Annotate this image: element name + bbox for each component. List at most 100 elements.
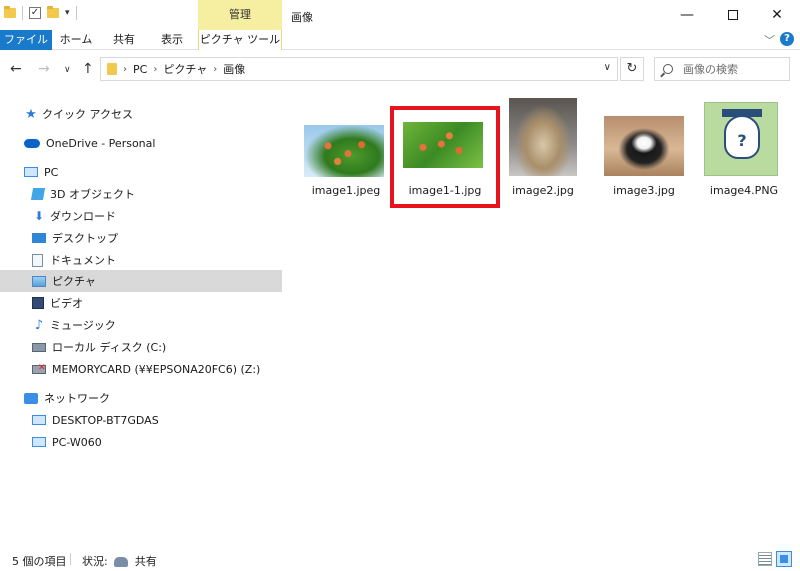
recent-locations-icon[interactable]: ∨ <box>64 65 71 75</box>
divider <box>75 6 77 20</box>
network-icon <box>24 392 38 404</box>
cloud-icon <box>24 138 40 148</box>
tab-home[interactable]: ホーム <box>54 30 98 50</box>
document-icon <box>32 253 43 267</box>
image-thumbnail <box>304 125 384 177</box>
folder-icon[interactable] <box>4 6 16 18</box>
sidebar-item-label: ドキュメント <box>50 254 116 267</box>
quick-access-toolbar: ✓ ▾ <box>4 6 77 20</box>
tab-manage[interactable]: 管理 <box>198 0 282 30</box>
tab-view[interactable]: 表示 <box>152 30 192 50</box>
breadcrumb-separator: › <box>123 63 127 75</box>
sidebar-item-onedrive[interactable]: OneDrive - Personal <box>0 132 282 154</box>
navigation-pane: ★ クイック アクセス OneDrive - Personal PC 3D オブ… <box>0 92 282 540</box>
sidebar-item-label: MEMORYCARD (¥¥EPSONA20FC6) (Z:) <box>52 362 261 376</box>
share-status-label: 状況: <box>82 555 108 568</box>
new-folder-icon[interactable] <box>47 6 59 18</box>
forward-arrow-icon[interactable]: → <box>38 61 50 77</box>
sidebar-item-network[interactable]: ネットワーク <box>0 387 282 409</box>
download-icon: ⬇ <box>33 209 45 223</box>
sidebar-item-documents[interactable]: ドキュメント <box>0 249 282 271</box>
up-arrow-icon[interactable]: ↑ <box>82 61 94 77</box>
minimize-button[interactable]: — <box>664 0 710 30</box>
large-icons-view-icon[interactable] <box>776 551 792 567</box>
maximize-icon <box>728 10 738 20</box>
sidebar-item-3d-objects[interactable]: 3D オブジェクト <box>0 183 282 205</box>
share-status: 状況: 共有 <box>82 553 157 569</box>
sidebar-item-videos[interactable]: ビデオ <box>0 292 282 314</box>
network-computer-icon <box>32 415 46 425</box>
sidebar-item-label: PC-W060 <box>52 435 102 449</box>
sidebar-item-quick-access[interactable]: ★ クイック アクセス <box>0 103 282 125</box>
file-list: image1.jpeg image1-1.jpg image2.jpg imag… <box>282 92 800 540</box>
window-title: 画像 <box>291 11 313 24</box>
divider <box>70 553 71 565</box>
users-icon <box>114 557 129 567</box>
breadcrumb-separator: › <box>153 63 158 75</box>
title-bar: ✓ ▾ 管理 画像 — ✕ <box>0 0 800 30</box>
sidebar-item-label: ローカル ディスク (C:) <box>52 341 167 354</box>
question-mark-icon: ? <box>737 131 747 150</box>
sidebar-item-music[interactable]: ♪ ミュージック <box>0 314 282 336</box>
owl-mascot-icon: ? <box>724 115 760 159</box>
back-arrow-icon[interactable]: ← <box>10 61 22 77</box>
search-icon <box>663 64 673 74</box>
video-icon <box>32 297 44 309</box>
sidebar-item-label: PC <box>44 165 59 179</box>
search-input[interactable] <box>683 62 783 76</box>
breadcrumb-pictures[interactable]: ピクチャ <box>163 61 207 77</box>
desktop-icon <box>32 233 46 243</box>
sidebar-item-label: デスクトップ <box>52 232 118 245</box>
tab-file[interactable]: ファイル <box>0 30 52 50</box>
help-icon[interactable]: ? <box>780 32 794 46</box>
music-icon: ♪ <box>34 317 44 333</box>
network-computer-icon <box>32 437 46 447</box>
file-name: image2.jpg <box>512 184 574 197</box>
local-disk-icon <box>32 342 46 352</box>
sidebar-item-pc-w060[interactable]: PC-W060 <box>0 431 282 453</box>
computer-icon <box>24 167 38 177</box>
sidebar-item-label: ダウンロード <box>50 210 116 223</box>
highlight-box <box>390 106 500 208</box>
item-count: 5 個の項目 <box>12 555 67 568</box>
sidebar-item-local-disk[interactable]: ローカル ディスク (C:) <box>0 336 282 358</box>
ribbon-tabs: ファイル ホーム 共有 表示 ピクチャ ツール ﹀ ? <box>0 30 800 50</box>
folder-icon <box>107 63 117 75</box>
address-bar[interactable]: › PC › ピクチャ › 画像 ∨ <box>100 57 618 81</box>
sidebar-item-label: ミュージック <box>50 319 116 332</box>
pictures-icon <box>32 275 46 287</box>
tab-share[interactable]: 共有 <box>104 30 144 50</box>
navigation-bar: ← → ∨ ↑ › PC › ピクチャ › 画像 ∨ ↻ <box>0 51 800 87</box>
chevron-down-icon[interactable]: ∨ <box>604 62 611 73</box>
file-name: image4.PNG <box>709 184 779 197</box>
sidebar-item-desktop[interactable]: デスクトップ <box>0 227 282 249</box>
sidebar-item-label: 3D オブジェクト <box>50 188 135 201</box>
sidebar-item-label: ピクチャ <box>52 275 96 288</box>
3d-objects-icon <box>30 188 46 200</box>
breadcrumb-images[interactable]: 画像 <box>223 61 245 77</box>
sidebar-item-memorycard[interactable]: MEMORYCARD (¥¥EPSONA20FC6) (Z:) <box>0 358 282 380</box>
refresh-icon: ↻ <box>626 61 638 76</box>
share-status-value: 共有 <box>134 555 157 568</box>
status-bar: 5 個の項目 状況: 共有 <box>0 548 800 571</box>
file-name: image1.jpeg <box>311 184 381 197</box>
details-view-icon[interactable] <box>758 552 772 566</box>
customize-toolbar-icon[interactable]: ▾ <box>65 8 70 18</box>
sidebar-item-pictures[interactable]: ピクチャ <box>0 270 282 292</box>
properties-icon[interactable]: ✓ <box>29 7 41 19</box>
image-thumbnail <box>509 98 577 176</box>
search-box[interactable] <box>654 57 790 81</box>
star-icon: ★ <box>25 106 37 122</box>
sidebar-item-label: クイック アクセス <box>42 108 133 121</box>
refresh-button[interactable]: ↻ <box>620 57 644 81</box>
sidebar-item-desktop-bt7gdas[interactable]: DESKTOP-BT7GDAS <box>0 409 282 431</box>
sidebar-item-pc[interactable]: PC <box>0 161 282 183</box>
close-button[interactable]: ✕ <box>754 0 800 30</box>
expand-ribbon-icon[interactable]: ﹀ <box>764 32 775 48</box>
divider <box>22 6 23 20</box>
sidebar-item-downloads[interactable]: ⬇ ダウンロード <box>0 205 282 227</box>
image-thumbnail: ? <box>704 102 778 176</box>
breadcrumb-pc[interactable]: PC <box>133 63 147 76</box>
tab-picture-tools[interactable]: ピクチャ ツール <box>198 30 282 50</box>
maximize-button[interactable] <box>710 0 756 30</box>
